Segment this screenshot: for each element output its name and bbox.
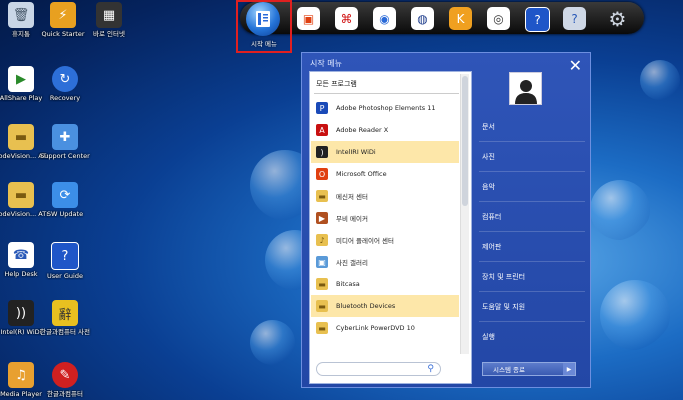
sw-update-icon: ⟳ [52, 182, 78, 208]
globe-icon[interactable]: ◍ [411, 7, 434, 30]
link-music[interactable]: 음악 [479, 172, 585, 202]
media-center-icon: ♪ [316, 234, 328, 246]
program-item[interactable]: ▬ Bitcasa [311, 273, 459, 295]
desktop-icon-recovery[interactable]: ↻ Recovery [38, 66, 92, 102]
program-item[interactable]: A Adobe Reader X [311, 119, 459, 141]
photoshop-icon: P [316, 102, 328, 114]
folder-icon: ▬ [316, 322, 328, 334]
hancom-icon: ✎ [52, 362, 78, 388]
folder-icon: ▬ [316, 278, 328, 290]
program-item[interactable]: O Microsoft Office [311, 163, 459, 185]
pdf-icon[interactable]: ⌘ [335, 7, 358, 30]
folder-icon: ▬ [316, 300, 328, 312]
link-devices-printers[interactable]: 장치 및 프린터 [479, 262, 585, 292]
allshare-icon: ▶ [8, 66, 34, 92]
program-item[interactable]: ▬ 메신저 센터 [311, 185, 459, 207]
folder-icon: ▬ [8, 124, 34, 150]
user-icon [514, 80, 537, 104]
adobe-reader-icon: A [316, 124, 328, 136]
link-computer[interactable]: 컴퓨터 [479, 202, 585, 232]
kit-icon[interactable]: K [449, 7, 472, 30]
wallpaper-bubble [590, 180, 650, 240]
search-input[interactable]: ⚲ [316, 362, 441, 376]
recycle-bin-icon: 🗑 [8, 2, 34, 28]
shutdown-label: 시스템 종료 [493, 366, 525, 374]
help-desk-icon: ☎ [8, 242, 34, 268]
eye-icon[interactable]: ◎ [487, 7, 510, 30]
scrollbar-thumb[interactable] [462, 76, 468, 206]
desktop-icon-sw-update[interactable]: ⟳ SW Update [38, 182, 92, 218]
wallpaper-bubble [640, 60, 680, 100]
search-icon[interactable]: ⚲ [427, 364, 434, 374]
desktop-icon-hancom-dict[interactable]: 辭 한글과컴퓨터 사전 [38, 300, 92, 336]
widi-icon: ) [316, 146, 328, 158]
hancom-dict-icon: 辭 [52, 300, 78, 326]
quick-starter-icon: ⚡ [50, 2, 76, 28]
media-icon: ▦ [96, 2, 122, 28]
chevron-right-icon[interactable]: ▶ [563, 363, 575, 375]
media-player-icon: ♫ [8, 362, 34, 388]
program-item[interactable]: ♪ 미디어 플레이어 센터 [311, 229, 459, 251]
wallpaper-bubble [250, 320, 295, 365]
link-pictures[interactable]: 사진 [479, 142, 585, 172]
user-guide-icon: ? [51, 242, 79, 270]
desktop-icon-user-guide[interactable]: ? User Guide [38, 242, 92, 280]
all-programs-label[interactable]: 모든 프로그램 [316, 79, 357, 89]
office-icon[interactable]: ▣ [297, 7, 320, 30]
link-run[interactable]: 실행 [479, 322, 585, 352]
widi-icon: )) [8, 300, 34, 326]
wallpaper-bubble [600, 280, 670, 350]
folder-icon: ▬ [8, 182, 34, 208]
program-item[interactable]: ▬ Bluetooth Devices [311, 295, 459, 317]
link-documents[interactable]: 문서 [479, 112, 585, 142]
program-item[interactable]: ) IntelIRI WiDi [311, 141, 459, 163]
gear-icon[interactable]: ⚙ [606, 7, 629, 31]
program-list-scrollbar[interactable] [460, 74, 469, 354]
divider [314, 93, 459, 94]
start-menu-panel: 시작 메뉴 ✕ 모든 프로그램 P Adobe Photoshop Elemen… [301, 52, 591, 388]
desktop-icon-media[interactable]: ▦ 바로 인터넷 [82, 2, 136, 38]
link-help-support[interactable]: 도움말 및 지원 [479, 292, 585, 322]
guide-icon[interactable]: ? [525, 7, 550, 32]
help-bell-icon[interactable]: ? [563, 7, 586, 30]
office-icon: O [316, 168, 328, 180]
recovery-icon: ↻ [52, 66, 78, 92]
start-menu-title: 시작 메뉴 [310, 59, 342, 68]
link-control-panel[interactable]: 제어판 [479, 232, 585, 262]
shutdown-button[interactable]: 시스템 종료 ▶ [482, 362, 576, 376]
program-item[interactable]: ▬ CyberLink PowerDVD 10 [311, 317, 459, 339]
program-item[interactable]: ▣ 사진 갤러리 [311, 251, 459, 273]
desktop-icon-hancom[interactable]: ✎ 한글과컴퓨터 [38, 362, 92, 398]
user-avatar[interactable] [509, 72, 542, 105]
desktop-icon-support-center[interactable]: ✚ Support Center [38, 124, 92, 160]
settings-icon[interactable]: ◉ [373, 7, 396, 30]
program-list-pane: 모든 프로그램 P Adobe Photoshop Elements 11 A … [309, 71, 472, 384]
support-icon: ✚ [52, 124, 78, 150]
movie-maker-icon: ▶ [316, 212, 328, 224]
start-menu-label: 시작 메뉴 [251, 40, 277, 48]
close-icon[interactable]: ✕ [569, 56, 582, 75]
photo-gallery-icon: ▣ [316, 256, 328, 268]
top-dock: ▣ ⌘ ◉ ◍ K ◎ ? ? ⚙ [240, 2, 644, 34]
folder-icon: ▬ [316, 190, 328, 202]
program-item[interactable]: P Adobe Photoshop Elements 11 [311, 97, 459, 119]
program-item[interactable]: ▶ 무비 메이커 [311, 207, 459, 229]
